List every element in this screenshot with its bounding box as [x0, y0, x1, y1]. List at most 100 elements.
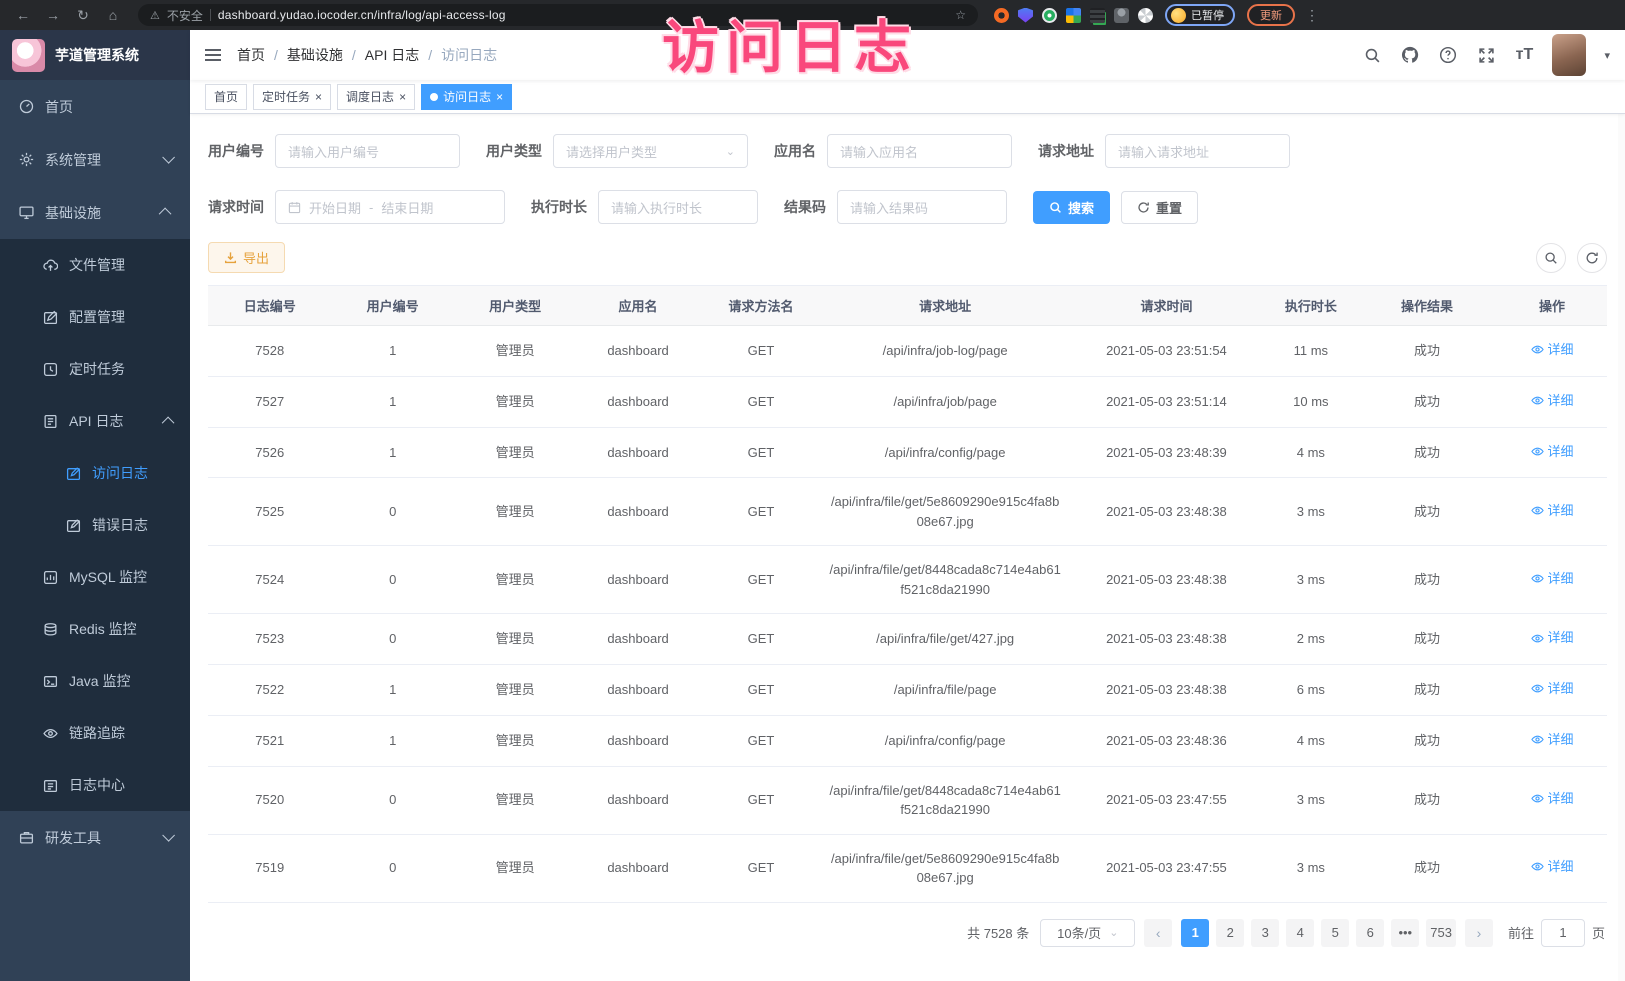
close-icon[interactable]: × — [496, 91, 503, 103]
search-icon[interactable] — [1362, 45, 1382, 65]
browser-update-button[interactable]: 更新 — [1247, 4, 1295, 26]
extension-icon-green-circle[interactable] — [1042, 8, 1057, 23]
next-page-button[interactable]: › — [1465, 919, 1493, 947]
browser-menu-icon[interactable]: ⋮ — [1299, 0, 1325, 30]
font-size-icon[interactable]: ᴛT — [1514, 45, 1534, 65]
detail-link[interactable]: 详细 — [1531, 789, 1574, 809]
page-size-select[interactable]: 10条/页 ⌄ — [1040, 919, 1135, 947]
extension-icon-pinwheel[interactable] — [1138, 8, 1153, 23]
sidebar-item-file-management[interactable]: 文件管理 — [0, 239, 190, 291]
sidebar-item-access-log[interactable]: 访问日志 — [0, 447, 190, 499]
sidebar-item-home[interactable]: 首页 — [0, 80, 190, 133]
detail-link[interactable]: 详细 — [1531, 679, 1574, 699]
scrollbar-track[interactable] — [1618, 114, 1625, 981]
prev-page-button[interactable]: ‹ — [1144, 919, 1172, 947]
sidebar-item-system[interactable]: 系统管理 — [0, 133, 190, 186]
detail-link[interactable]: 详细 — [1531, 391, 1574, 411]
extension-icon-person[interactable] — [1114, 8, 1129, 23]
detail-link[interactable]: 详细 — [1531, 857, 1574, 877]
app-name-input[interactable]: 请输入应用名 — [827, 134, 1012, 168]
sidebar-item-infrastructure[interactable]: 基础设施 — [0, 186, 190, 239]
col-result: 操作结果 — [1357, 286, 1497, 326]
extension-icon-orange[interactable] — [994, 8, 1009, 23]
duration-input[interactable]: 请输入执行时长 — [598, 190, 758, 224]
tag-access-log[interactable]: 访问日志× — [421, 84, 512, 110]
page-url[interactable]: dashboard.yudao.iocoder.cn/infra/log/api… — [218, 8, 506, 22]
cell-app-name: dashboard — [576, 715, 699, 766]
result-code-input[interactable]: 请输入结果码 — [837, 190, 1007, 224]
detail-link[interactable]: 详细 — [1531, 628, 1574, 648]
github-icon[interactable] — [1400, 45, 1420, 65]
export-button[interactable]: 导出 — [208, 242, 285, 273]
tag-job-log[interactable]: 调度日志× — [337, 84, 415, 110]
detail-label: 详细 — [1548, 857, 1574, 877]
breadcrumb-infra[interactable]: 基础设施 — [287, 45, 343, 65]
app-logo-image — [12, 39, 45, 72]
sidebar-item-devtools[interactable]: 研发工具 — [0, 811, 190, 864]
page-number-button[interactable]: 1 — [1181, 919, 1209, 947]
not-secure-label[interactable]: 不安全 — [167, 7, 203, 24]
address-bar[interactable]: ⚠ 不安全 dashboard.yudao.iocoder.cn/infra/l… — [138, 4, 978, 26]
sidebar-toggle-icon[interactable] — [205, 49, 221, 61]
user-menu-caret-icon[interactable]: ▾ — [1604, 49, 1610, 62]
sidebar-item-log-center[interactable]: 日志中心 — [0, 759, 190, 811]
app-logo-row[interactable]: 芋道管理系统 — [0, 30, 190, 80]
detail-link[interactable]: 详细 — [1531, 569, 1574, 589]
sidebar-item-link-tracing[interactable]: 链路追踪 — [0, 707, 190, 759]
sidebar-item-api-log[interactable]: API 日志 — [0, 395, 190, 447]
sidebar-item-redis-monitor[interactable]: Redis 监控 — [0, 603, 190, 655]
breadcrumb-home[interactable]: 首页 — [237, 45, 265, 65]
help-icon[interactable] — [1438, 45, 1458, 65]
profile-paused-badge[interactable]: 已暂停 — [1165, 4, 1235, 26]
extension-icon-puzzle[interactable] — [1066, 8, 1081, 23]
detail-label: 详细 — [1548, 789, 1574, 809]
browser-reload-icon[interactable]: ↻ — [70, 0, 96, 30]
user-type-select[interactable]: 请选择用户类型⌄ — [553, 134, 748, 168]
page-number-button[interactable]: 4 — [1286, 919, 1314, 947]
page-number-button[interactable]: 2 — [1216, 919, 1244, 947]
col-duration: 执行时长 — [1265, 286, 1357, 326]
page-number-button[interactable]: 6 — [1356, 919, 1384, 947]
detail-link[interactable]: 详细 — [1531, 501, 1574, 521]
extension-icon-shield[interactable] — [1018, 8, 1033, 23]
page-number-button[interactable]: 753 — [1426, 919, 1456, 947]
detail-link[interactable]: 详细 — [1531, 730, 1574, 750]
goto-page-input[interactable]: 1 — [1541, 919, 1585, 947]
toggle-search-button[interactable] — [1536, 243, 1566, 273]
page-number-button[interactable]: 3 — [1251, 919, 1279, 947]
detail-link[interactable]: 详细 — [1531, 442, 1574, 462]
search-button[interactable]: 搜索 — [1033, 191, 1110, 224]
reset-button[interactable]: 重置 — [1121, 191, 1198, 224]
search-label: 搜索 — [1068, 198, 1094, 217]
extension-icon-grid[interactable] — [1090, 8, 1105, 23]
bookmark-star-icon[interactable]: ☆ — [955, 8, 966, 22]
browser-back-icon[interactable]: ← — [10, 0, 36, 30]
top-navbar: 首页/ 基础设施/ API 日志/ 访问日志 ᴛT ▾ — [190, 30, 1625, 80]
user-avatar[interactable] — [1552, 34, 1586, 76]
cell-app-name: dashboard — [576, 546, 699, 614]
fullscreen-icon[interactable] — [1476, 45, 1496, 65]
page-number-button[interactable]: ••• — [1391, 919, 1419, 947]
detail-link[interactable]: 详细 — [1531, 340, 1574, 360]
close-icon[interactable]: × — [315, 91, 322, 103]
request-url-input[interactable]: 请输入请求地址 — [1105, 134, 1290, 168]
tag-scheduled-jobs[interactable]: 定时任务× — [253, 84, 331, 110]
sidebar-item-error-log[interactable]: 错误日志 — [0, 499, 190, 551]
sidebar-item-scheduled-jobs[interactable]: 定时任务 — [0, 343, 190, 395]
breadcrumb-api-log[interactable]: API 日志 — [365, 45, 419, 65]
tag-home[interactable]: 首页 — [205, 84, 247, 110]
refresh-table-button[interactable] — [1577, 243, 1607, 273]
col-method: 请求方法名 — [700, 286, 822, 326]
sidebar-item-java-monitor[interactable]: Java 监控 — [0, 655, 190, 707]
cell-method: GET — [700, 614, 822, 665]
browser-forward-icon[interactable]: → — [40, 0, 66, 30]
sidebar-item-config-management[interactable]: 配置管理 — [0, 291, 190, 343]
browser-home-icon[interactable]: ⌂ — [100, 0, 126, 30]
date-range-picker[interactable]: 开始日期 - 结束日期 — [275, 190, 505, 224]
col-actions: 操作 — [1497, 286, 1607, 326]
user-id-input[interactable]: 请输入用户编号 — [275, 134, 460, 168]
page-number-button[interactable]: 5 — [1321, 919, 1349, 947]
detail-label: 详细 — [1548, 340, 1574, 360]
close-icon[interactable]: × — [399, 91, 406, 103]
sidebar-item-mysql-monitor[interactable]: MySQL 监控 — [0, 551, 190, 603]
